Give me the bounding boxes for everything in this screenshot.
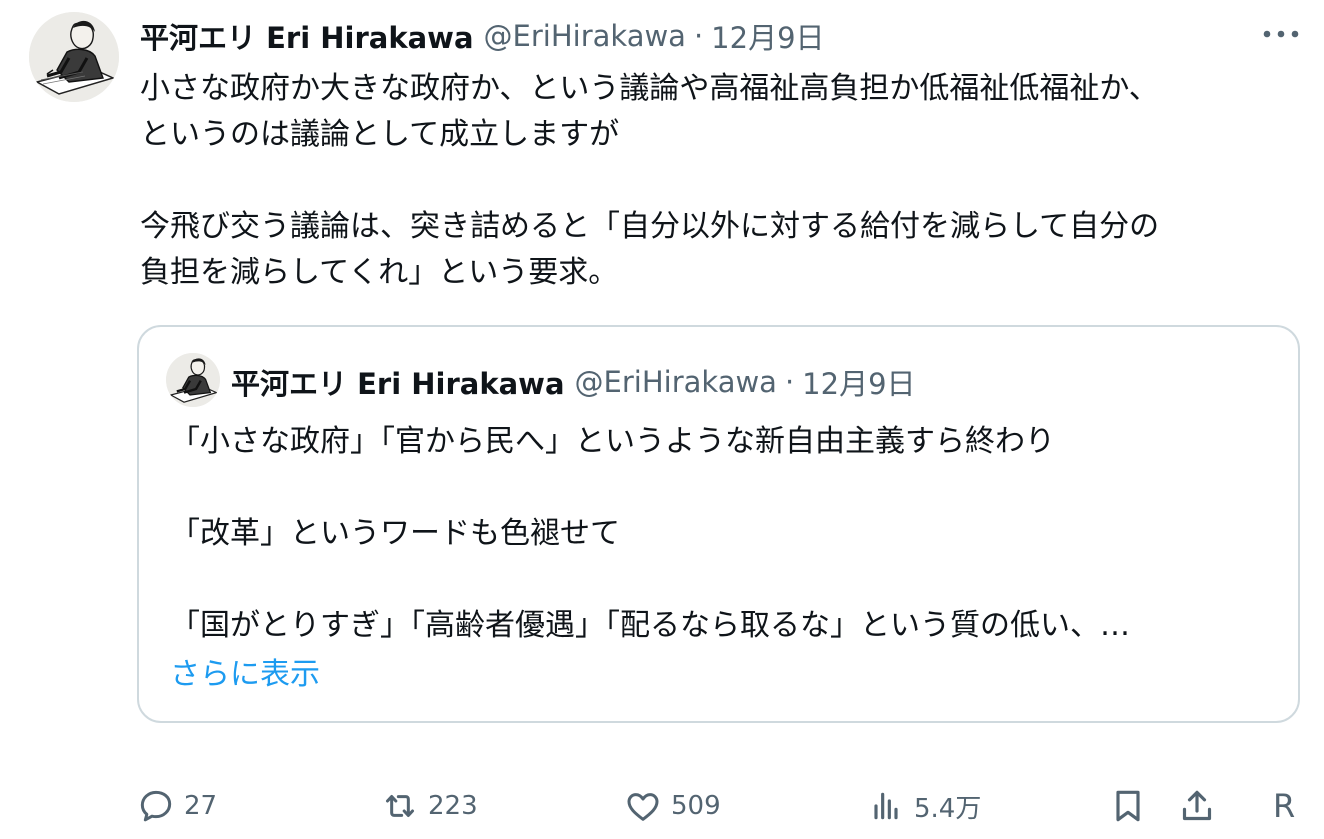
views-icon — [874, 792, 898, 820]
heart-icon — [627, 793, 659, 821]
like-button[interactable]: 509 — [623, 783, 721, 829]
quoted-avatar — [166, 353, 220, 407]
more-horizontal-icon — [1263, 30, 1299, 38]
tweet-text: 小さな政府か大きな政府か、という議論や高福祉高負担か低福祉低福祉か、 というのは… — [140, 66, 1300, 296]
avatar-illustration — [166, 353, 220, 407]
author-handle[interactable]: @EriHirakawa — [484, 19, 686, 53]
quoted-text-line: 「改革」というワードも色褪せて — [170, 516, 620, 551]
quoted-tweet-text: 「小さな政府」「官から民へ」というような新自由主義すら終わり 「改革」というワー… — [170, 419, 1270, 649]
header-separator: · — [693, 19, 704, 53]
tweet-text-line: 負担を減らしてくれ」という要求。 — [140, 255, 619, 290]
tweet-text-line: 小さな政府か大きな政府か、という議論や高福祉高負担か低福祉低福祉か、 — [140, 71, 1159, 106]
quoted-author-name: 平河エリ Eri Hirakawa — [231, 367, 565, 401]
author-name[interactable]: 平河エリ Eri Hirakawa — [140, 15, 474, 57]
reply-count: 27 — [184, 791, 218, 821]
tweet-text-line: 今飛び交う議論は、突き詰めると「自分以外に対する給付を減らして自分の — [140, 209, 1160, 244]
clipped-action-label[interactable]: R — [1273, 783, 1295, 829]
tweet: 平河エリ Eri Hirakawa @EriHirakawa · 12月9日 小… — [0, 0, 1324, 839]
reply-button[interactable]: 27 — [136, 783, 217, 829]
share-icon — [1182, 790, 1212, 821]
quoted-text-line: 「小さな政府」「官から民へ」というような新自由主義すら終わり — [170, 424, 1055, 459]
share-button[interactable] — [1177, 783, 1217, 829]
quoted-tweet-header: 平河エリ Eri Hirakawa @EriHirakawa · 12月9日 — [231, 361, 916, 403]
tweet-header: 平河エリ Eri Hirakawa @EriHirakawa · 12月9日 — [140, 14, 825, 58]
retweet-button[interactable]: 223 — [380, 783, 478, 829]
retweet-icon — [386, 795, 414, 817]
header-separator: · — [784, 365, 795, 399]
quoted-tweet-card[interactable]: 平河エリ Eri Hirakawa @EriHirakawa · 12月9日 「… — [137, 325, 1300, 723]
quoted-author-handle: @EriHirakawa — [574, 365, 777, 399]
bookmark-button[interactable] — [1108, 783, 1148, 829]
like-count: 509 — [671, 791, 721, 821]
tweet-text-line: というのは議論として成立しますが — [140, 117, 620, 152]
bookmark-icon — [1116, 790, 1140, 822]
retweet-count: 223 — [428, 791, 478, 821]
tweet-date[interactable]: 12月9日 — [711, 15, 824, 57]
avatar-illustration — [29, 12, 119, 102]
show-more-link[interactable]: さらに表示 — [170, 652, 320, 698]
views-button[interactable]: 5.4万 — [866, 783, 981, 829]
quoted-tweet-date: 12月9日 — [802, 367, 916, 401]
views-count: 5.4万 — [914, 793, 982, 824]
reply-icon — [140, 790, 172, 822]
avatar[interactable] — [29, 12, 119, 102]
more-options-button[interactable] — [1261, 16, 1301, 52]
quoted-text-line: 「国がとりすぎ」「高齢者優遇」「配るなら取るな」という質の低い、… — [170, 608, 1130, 643]
